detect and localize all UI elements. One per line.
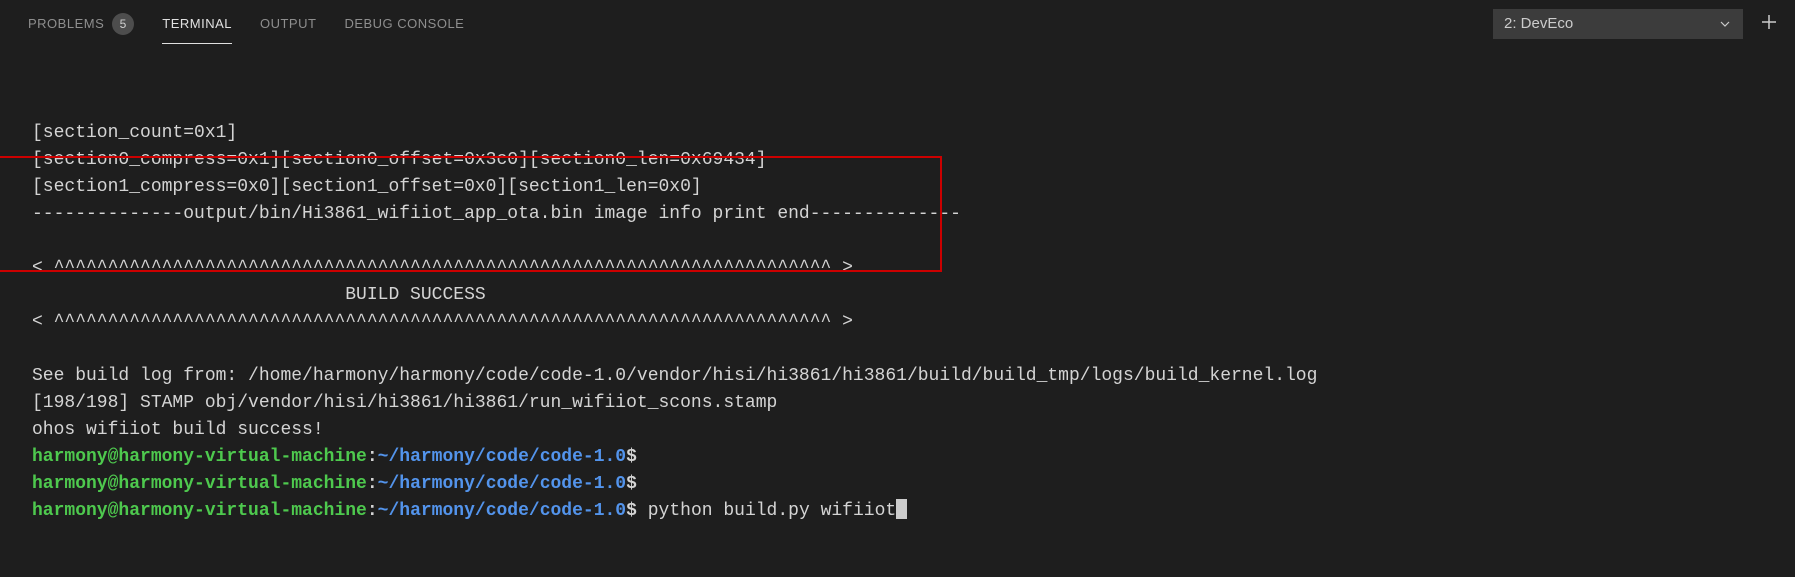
prompt-dollar: $	[626, 447, 637, 467]
terminal-output-area[interactable]: [section_count=0x1] [section0_compress=0…	[0, 48, 1795, 543]
prompt-colon: :	[367, 474, 378, 494]
prompt-colon: :	[367, 501, 378, 521]
prompt-line-3: harmony@harmony-virtual-machine:~/harmon…	[32, 501, 907, 521]
terminal-line: [198/198] STAMP obj/vendor/hisi/hi3861/h…	[32, 393, 777, 413]
terminal-selector-label: 2: DevEco	[1504, 15, 1573, 32]
terminal-line: [section0_compress=0x1][section0_offset=…	[32, 150, 767, 170]
prompt-path: ~/harmony/code/code-1.0	[378, 474, 626, 494]
tab-terminal[interactable]: TERMINAL	[162, 4, 232, 43]
tab-output[interactable]: OUTPUT	[260, 4, 316, 43]
prompt-colon: :	[367, 447, 378, 467]
new-terminal-button[interactable]	[1755, 10, 1783, 38]
terminal-line: [section_count=0x1]	[32, 123, 237, 143]
chevron-down-icon	[1718, 17, 1732, 31]
tab-problems[interactable]: PROBLEMS 5	[28, 1, 134, 47]
terminal-line: --------------output/bin/Hi3861_wifiiot_…	[32, 204, 961, 224]
terminal-command: python build.py wifiiot	[637, 501, 896, 521]
terminal-line: < ^^^^^^^^^^^^^^^^^^^^^^^^^^^^^^^^^^^^^^…	[32, 312, 853, 332]
prompt-path: ~/harmony/code/code-1.0	[378, 447, 626, 467]
prompt-line-2: harmony@harmony-virtual-machine:~/harmon…	[32, 474, 637, 494]
terminal-cursor	[896, 499, 907, 519]
terminal-line: [section1_compress=0x0][section1_offset=…	[32, 177, 702, 197]
tab-terminal-label: TERMINAL	[162, 16, 232, 31]
terminal-line: ohos wifiiot build success!	[32, 420, 324, 440]
tab-debug-console-label: DEBUG CONSOLE	[344, 16, 464, 31]
prompt-user-host: harmony@harmony-virtual-machine	[32, 474, 367, 494]
prompt-user-host: harmony@harmony-virtual-machine	[32, 501, 367, 521]
panel-tabs: PROBLEMS 5 TERMINAL OUTPUT DEBUG CONSOLE	[28, 1, 1493, 47]
header-actions: 2: DevEco	[1493, 9, 1783, 39]
prompt-dollar: $	[626, 501, 637, 521]
plus-icon	[1760, 13, 1778, 34]
panel-header: PROBLEMS 5 TERMINAL OUTPUT DEBUG CONSOLE…	[0, 0, 1795, 48]
terminal-line: BUILD SUCCESS	[32, 285, 810, 305]
terminal-line: See build log from: /home/harmony/harmon…	[32, 366, 1317, 386]
prompt-line-1: harmony@harmony-virtual-machine:~/harmon…	[32, 447, 637, 467]
tab-output-label: OUTPUT	[260, 16, 316, 31]
tab-problems-label: PROBLEMS	[28, 16, 104, 31]
prompt-path: ~/harmony/code/code-1.0	[378, 501, 626, 521]
terminal-line: < ^^^^^^^^^^^^^^^^^^^^^^^^^^^^^^^^^^^^^^…	[32, 258, 853, 278]
problems-count-badge: 5	[112, 13, 134, 35]
prompt-dollar: $	[626, 474, 637, 494]
tab-debug-console[interactable]: DEBUG CONSOLE	[344, 4, 464, 43]
prompt-user-host: harmony@harmony-virtual-machine	[32, 447, 367, 467]
terminal-selector-dropdown[interactable]: 2: DevEco	[1493, 9, 1743, 39]
